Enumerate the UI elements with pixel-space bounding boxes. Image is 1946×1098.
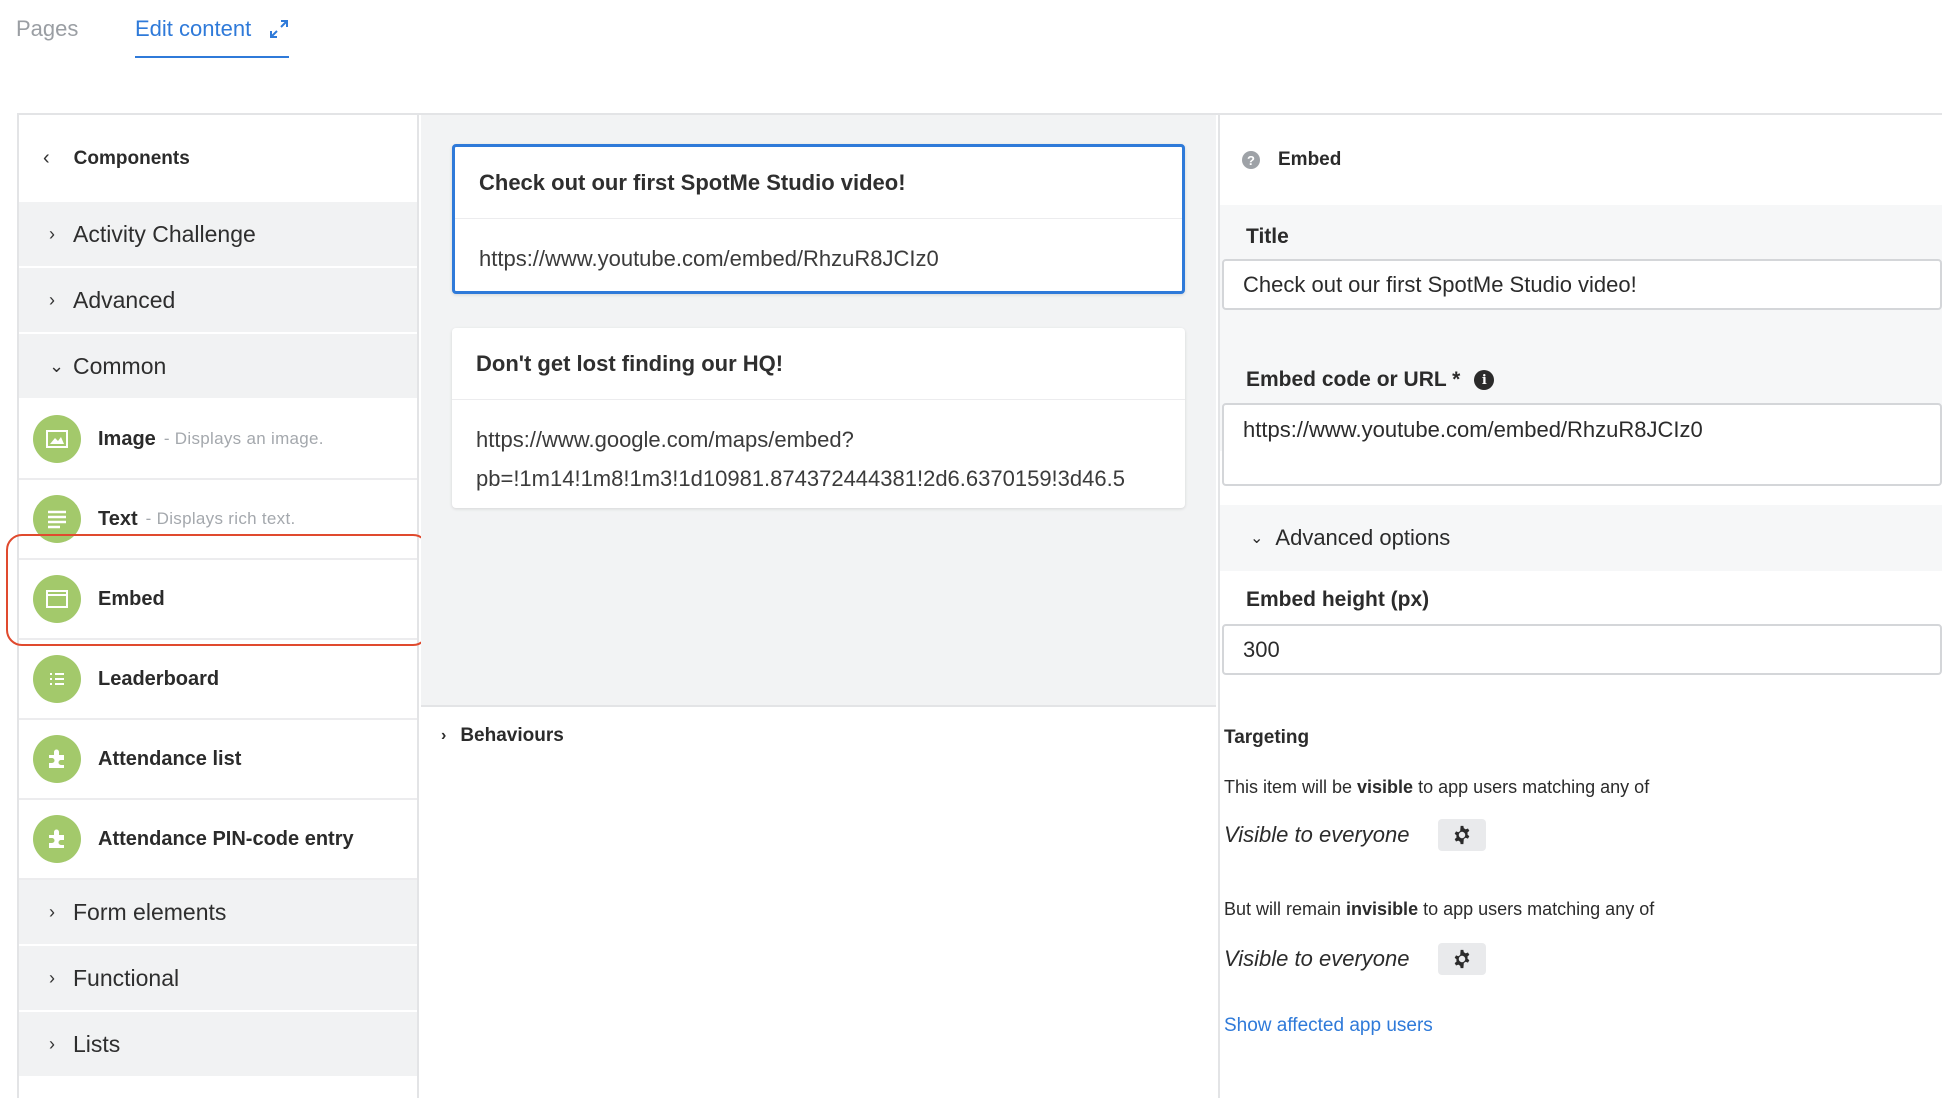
category-activity-challenge[interactable]: › Activity Challenge xyxy=(19,202,417,268)
component-desc: - Displays an image. xyxy=(163,429,324,448)
invisible-description: But will remain invisible to app users m… xyxy=(1220,899,1654,920)
category-label: Form elements xyxy=(73,898,227,925)
component-name: Attendance PIN-code entry xyxy=(98,827,354,850)
embed-window-icon xyxy=(33,575,81,623)
card-body-line: https://www.youtube.com/embed/RhzuR8JCIz… xyxy=(479,246,939,271)
components-panel: ‹ Components › Activity Challenge › Advanc… xyxy=(19,115,419,1098)
component-attendance-pin[interactable]: Attendance PIN-code entry xyxy=(19,800,417,880)
chevron-right-icon: › xyxy=(49,967,55,988)
help-icon[interactable]: ? xyxy=(1242,151,1260,169)
component-leaderboard[interactable]: Leaderboard xyxy=(19,640,417,720)
advanced-options-label: Advanced options xyxy=(1275,525,1451,550)
card-body-line: https://www.google.com/maps/embed? xyxy=(476,427,854,452)
fields-section: Title Check out our first SpotMe Studio … xyxy=(1220,205,1942,486)
list-icon xyxy=(33,655,81,703)
chevron-down-icon: ⌄ xyxy=(49,355,65,376)
invisible-settings-button[interactable] xyxy=(1437,943,1486,975)
expand-icon[interactable] xyxy=(269,19,289,39)
chevron-right-icon: › xyxy=(441,727,447,744)
height-label: Embed height (px) xyxy=(1246,588,1430,611)
page-canvas: Check out our first SpotMe Studio video!… xyxy=(421,115,1216,705)
targeting-title: Targeting xyxy=(1224,727,1310,748)
properties-title: Embed xyxy=(1278,149,1342,170)
visible-description: This item will be visible to app users m… xyxy=(1220,777,1649,798)
properties-header: ? Embed xyxy=(1220,115,1942,205)
component-attendance-list[interactable]: Attendance list xyxy=(19,720,417,800)
embed-url-textarea[interactable]: https://www.youtube.com/embed/RhzuR8JCIz… xyxy=(1222,403,1942,486)
category-label: Functional xyxy=(73,964,180,991)
behaviours-section: › Behaviours xyxy=(421,705,1216,1098)
visible-prefix: This item will be xyxy=(1224,777,1358,797)
category-label: Advanced xyxy=(73,286,176,313)
category-label: Activity Challenge xyxy=(73,220,256,247)
components-title: Components xyxy=(73,147,190,169)
text-lines-icon xyxy=(33,495,81,543)
image-icon xyxy=(33,415,81,463)
chevron-right-icon: › xyxy=(49,1033,55,1054)
category-label: Common xyxy=(73,352,167,379)
visible-bold: visible xyxy=(1357,777,1414,797)
title-label: Title xyxy=(1246,225,1289,248)
category-form-elements[interactable]: › Form elements xyxy=(19,880,417,946)
embed-card-selected[interactable]: Check out our first SpotMe Studio video!… xyxy=(452,144,1185,294)
gear-icon xyxy=(1454,949,1469,969)
tab-pages[interactable]: Pages xyxy=(16,16,78,42)
component-name: Text xyxy=(98,507,138,530)
show-affected-users-link[interactable]: Show affected app users xyxy=(1220,1015,1433,1037)
category-advanced[interactable]: › Advanced xyxy=(19,268,417,334)
gear-icon xyxy=(1454,825,1469,845)
top-tabs: Pages Edit content xyxy=(0,0,1946,70)
component-desc: - Displays rich text. xyxy=(145,509,296,528)
advanced-options-row: ⌄ Advanced options xyxy=(1220,505,1942,571)
category-common[interactable]: ⌄ Common xyxy=(19,334,417,400)
component-name: Attendance list xyxy=(98,747,242,770)
visible-suffix: to app users matching any of xyxy=(1413,777,1650,797)
visible-rule-row: Visible to everyone xyxy=(1220,819,1486,851)
components-header[interactable]: ‹ Components xyxy=(19,115,417,202)
embed-label: Embed code or URL * xyxy=(1246,368,1461,391)
advanced-options-toggle[interactable]: ⌄ Advanced options xyxy=(1220,505,1942,571)
puzzle-icon xyxy=(33,735,81,783)
card-body: https://www.google.com/maps/embed? pb=!1… xyxy=(452,400,1185,508)
puzzle-icon xyxy=(33,815,81,863)
info-icon[interactable]: i xyxy=(1474,370,1495,390)
card-body: https://www.youtube.com/embed/RhzuR8JCIz… xyxy=(455,219,1182,291)
tab-edit-content[interactable]: Edit content xyxy=(135,16,290,58)
invisible-bold: invisible xyxy=(1346,899,1419,919)
chevron-left-icon[interactable]: ‹ xyxy=(43,147,50,170)
card-body-line: pb=!1m14!1m8!1m3!1d10981.874372444381!2d… xyxy=(476,466,1125,491)
visible-settings-button[interactable] xyxy=(1437,819,1486,851)
category-label: Lists xyxy=(73,1030,121,1057)
chevron-right-icon: › xyxy=(49,901,55,922)
tab-edit-content-label: Edit content xyxy=(135,16,252,41)
height-section: Embed height (px) 300 xyxy=(1220,571,1942,691)
component-name: Leaderboard xyxy=(98,667,220,690)
embed-card[interactable]: Don't get lost finding our HQ! https://w… xyxy=(452,328,1185,508)
chevron-right-icon: › xyxy=(49,223,55,244)
chevron-down-icon: ⌄ xyxy=(1250,530,1264,547)
component-name: Image xyxy=(98,427,156,450)
embed-label-row: Embed code or URL * i xyxy=(1220,363,1495,397)
card-title: Check out our first SpotMe Studio video! xyxy=(455,147,1182,219)
component-image[interactable]: Image - Displays an image. xyxy=(19,400,417,480)
component-text[interactable]: Text - Displays rich text. xyxy=(19,480,417,560)
chevron-right-icon: › xyxy=(49,289,55,310)
invisible-rule-row: Visible to everyone xyxy=(1220,943,1486,975)
invisible-prefix: But will remain xyxy=(1224,899,1347,919)
component-embed[interactable]: Embed xyxy=(19,560,417,640)
targeting-section: Targeting This item will be visible to a… xyxy=(1220,691,1942,1091)
visible-rule-value: Visible to everyone xyxy=(1224,822,1410,847)
category-functional[interactable]: › Functional xyxy=(19,946,417,1012)
behaviours-toggle[interactable]: › Behaviours xyxy=(441,725,564,747)
invisible-rule-value: Visible to everyone xyxy=(1224,946,1410,971)
component-name: Embed xyxy=(98,587,165,610)
properties-panel: ? Embed Title Check out our first SpotMe… xyxy=(1218,115,1942,1098)
height-input[interactable]: 300 xyxy=(1222,624,1942,675)
card-title: Don't get lost finding our HQ! xyxy=(452,328,1185,400)
invisible-suffix: to app users matching any of xyxy=(1418,899,1655,919)
behaviours-label: Behaviours xyxy=(460,725,564,746)
category-lists[interactable]: › Lists xyxy=(19,1012,417,1078)
title-input[interactable]: Check out our first SpotMe Studio video! xyxy=(1222,259,1942,310)
